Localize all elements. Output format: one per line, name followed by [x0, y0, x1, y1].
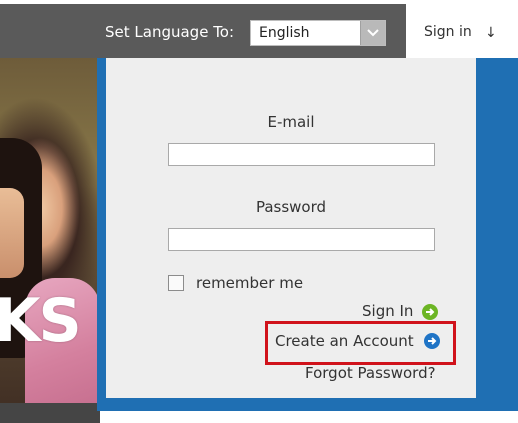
dropdown-button[interactable]	[360, 21, 385, 45]
password-field[interactable]	[168, 228, 435, 251]
arrow-right-circle-icon[interactable]	[422, 304, 438, 320]
remember-me-label: remember me	[196, 274, 304, 292]
chevron-down-icon	[367, 29, 379, 37]
remember-me-checkbox[interactable]	[168, 275, 184, 291]
hero-text: KS	[0, 286, 82, 356]
signin-button[interactable]: Sign In	[362, 302, 413, 320]
hero-image: KS	[0, 58, 100, 423]
signin-toggle-link[interactable]: Sign in	[424, 24, 472, 40]
highlight-annotation	[265, 321, 456, 365]
password-label: Password	[255, 198, 327, 216]
language-label: Set Language To:	[105, 23, 235, 41]
hero-bottom-bar	[0, 403, 100, 423]
email-label: E-mail	[267, 113, 315, 131]
arrow-down-icon: ↓	[485, 25, 497, 41]
forgot-password-link[interactable]: Forgot Password?	[305, 364, 436, 382]
language-select[interactable]: English	[250, 20, 386, 46]
language-selected-value: English	[259, 25, 310, 41]
hero-face	[0, 188, 24, 278]
email-field[interactable]	[168, 143, 435, 166]
